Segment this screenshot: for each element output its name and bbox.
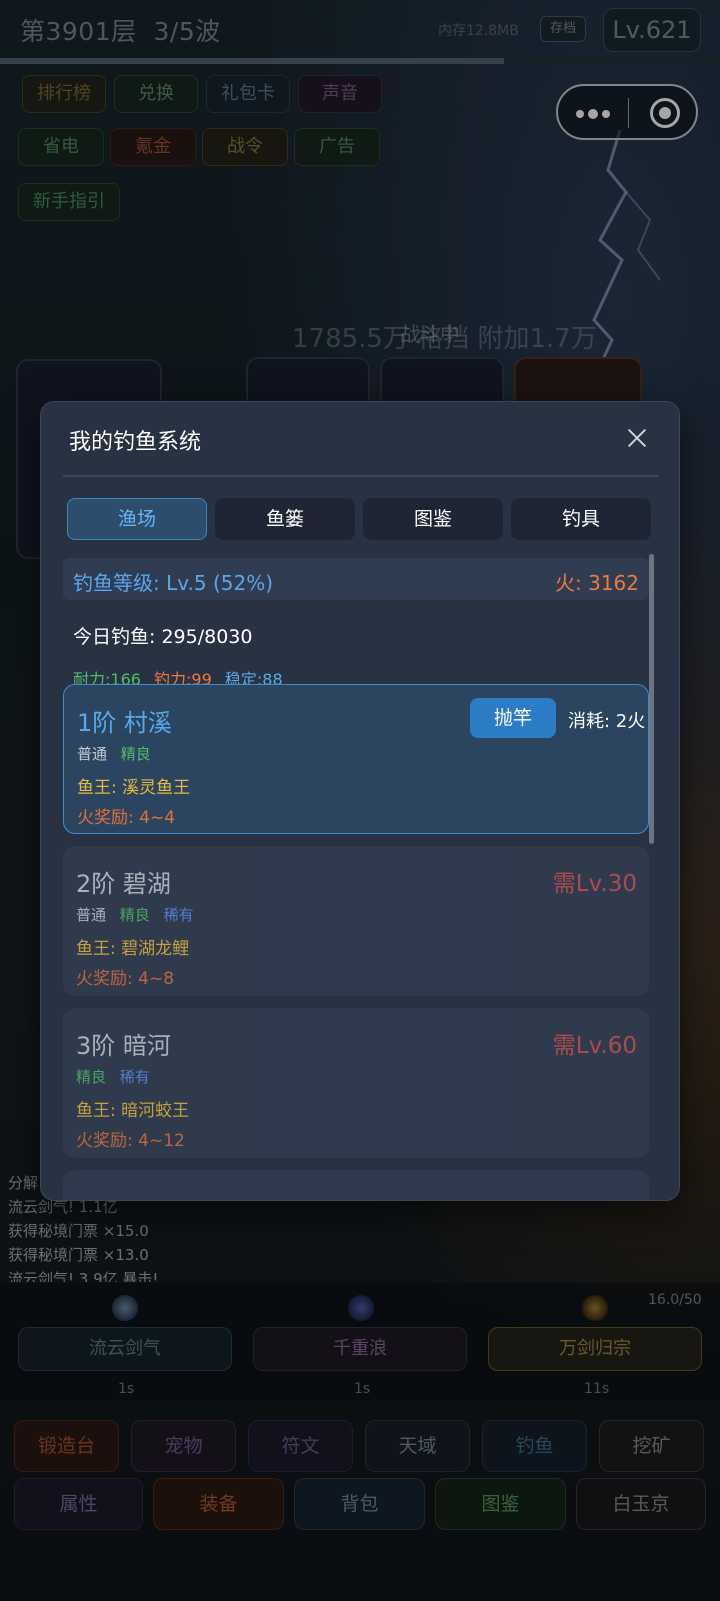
spot-name: 3阶 暗河 <box>76 1032 171 1060</box>
fishing-spot-card[interactable] <box>63 1170 649 1200</box>
cast-rod-button[interactable]: 抛竿 <box>470 698 556 738</box>
fishing-system-dialog: 我的钓鱼系统 渔场 鱼篓 图鉴 钓具 钓鱼等级: Lv.5 (52%) 火: 3… <box>40 401 680 1201</box>
scrollbar[interactable] <box>649 554 654 844</box>
level-requirement: 需Lv.30 <box>552 871 637 897</box>
fishing-spot-card[interactable]: 3阶 暗河 需Lv.60 精良 稀有 鱼王: 暗河蛟王 火奖励: 4~12 <box>63 1008 649 1158</box>
fishing-content-scroll[interactable]: 钓鱼等级: Lv.5 (52%) 火: 3162 今日钓鱼: 295/8030 … <box>63 558 653 1200</box>
level-requirement: 需Lv.60 <box>552 1033 637 1059</box>
tab-fishing-gear[interactable]: 钓具 <box>511 498 651 540</box>
spot-name: 2阶 碧湖 <box>76 870 171 898</box>
rarity-tag: 普通 <box>77 745 108 763</box>
cast-cost: 消耗: 2火 <box>568 711 646 732</box>
fire-reward: 火奖励: 4~4 <box>77 808 176 828</box>
fishing-level: 钓鱼等级: Lv.5 (52%) <box>73 571 274 595</box>
spot-name: 1阶 村溪 <box>77 709 172 737</box>
rarity-tag: 普通 <box>76 906 107 924</box>
fish-king: 鱼王: 碧湖龙鲤 <box>76 939 190 959</box>
tab-fishing-ground[interactable]: 渔场 <box>67 498 207 540</box>
spot-rarities: 普通 精良 <box>77 743 160 764</box>
rarity-tag: 精良 <box>120 745 151 763</box>
rarity-tag: 精良 <box>76 1068 107 1086</box>
fishing-spot-card[interactable]: 2阶 碧湖 需Lv.30 普通 精良 稀有 鱼王: 碧湖龙鲤 火奖励: 4~8 <box>63 846 649 996</box>
today-catch: 今日钓鱼: 295/8030 <box>73 626 253 648</box>
rarity-tag: 精良 <box>119 906 150 924</box>
dialog-title: 我的钓鱼系统 <box>69 430 202 455</box>
spot-rarities: 精良 稀有 <box>76 1066 159 1087</box>
fire-reward: 火奖励: 4~12 <box>76 1131 185 1151</box>
rarity-tag: 稀有 <box>119 1068 150 1086</box>
fire-balance: 火: 3162 <box>555 571 639 595</box>
title-divider <box>63 475 659 477</box>
fish-king: 鱼王: 暗河蛟王 <box>76 1101 190 1121</box>
spot-rarities: 普通 精良 稀有 <box>76 904 203 925</box>
tab-fish-collection[interactable]: 图鉴 <box>363 498 503 540</box>
fire-reward: 火奖励: 4~8 <box>76 969 175 989</box>
fishing-level-row: 钓鱼等级: Lv.5 (52%) 火: 3162 <box>63 558 649 600</box>
close-icon[interactable] <box>623 424 651 452</box>
rarity-tag: 稀有 <box>163 906 194 924</box>
fishing-spot-card[interactable]: 1阶 村溪 抛竿 消耗: 2火 普通 精良 鱼王: 溪灵鱼王 火奖励: 4~4 <box>63 684 649 834</box>
tab-creel[interactable]: 鱼篓 <box>215 498 355 540</box>
fish-king: 鱼王: 溪灵鱼王 <box>77 778 191 798</box>
